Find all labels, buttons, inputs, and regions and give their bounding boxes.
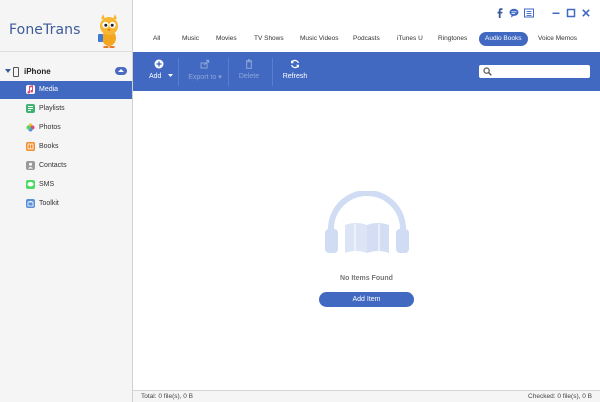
device-row-iphone[interactable]: iPhone (0, 63, 133, 81)
tab-music[interactable]: Music (182, 32, 199, 46)
sidebar-item-media[interactable]: Media (0, 81, 132, 99)
eject-icon[interactable] (115, 67, 127, 75)
toolbar-divider (178, 58, 179, 86)
mascot-logo-icon (98, 14, 118, 48)
phone-icon (13, 67, 19, 77)
expand-arrow-icon[interactable] (5, 69, 11, 73)
export-label: Export to ▾ (188, 74, 222, 81)
sidebar-item-books[interactable]: Books (0, 138, 132, 156)
sidebar: FoneTrans iPhone Media Playlists Photos … (0, 0, 133, 402)
top-bar: All Music Movies TV Shows Music Videos P… (133, 0, 600, 52)
toolbar: Add Export to ▾ Delete Refresh (133, 52, 600, 91)
export-icon (200, 59, 210, 69)
minimize-icon[interactable] (551, 8, 561, 18)
empty-state-text: No Items Found (340, 275, 393, 282)
sidebar-item-label: Toolkit (39, 200, 59, 207)
add-plus-icon (154, 59, 164, 69)
sidebar-item-toolkit[interactable]: Toolkit (0, 195, 132, 213)
book-icon (26, 142, 35, 151)
status-bar: Total: 0 file(s), 0 B Checked: 0 file(s)… (133, 390, 600, 402)
facebook-icon[interactable] (495, 8, 505, 18)
tab-ringtones[interactable]: Ringtones (438, 32, 467, 46)
tab-all[interactable]: All (153, 32, 160, 46)
menu-icon[interactable] (524, 8, 534, 18)
toolkit-icon (26, 199, 35, 208)
device-name: iPhone (24, 67, 51, 76)
sidebar-item-label: Media (39, 86, 59, 93)
sidebar-item-label: SMS (39, 181, 55, 188)
status-total: Total: 0 file(s), 0 B (141, 393, 194, 400)
chevron-down-icon[interactable] (168, 74, 173, 78)
tab-music-videos[interactable]: Music Videos (300, 32, 339, 46)
sidebar-item-label: Contacts (39, 162, 67, 169)
add-button[interactable]: Add (143, 52, 175, 91)
feedback-chat-icon[interactable] (509, 8, 519, 18)
refresh-icon (291, 59, 299, 69)
toolbar-divider (228, 58, 229, 86)
logo-area: FoneTrans (0, 0, 133, 52)
sidebar-item-photos[interactable]: Photos (0, 119, 132, 137)
add-item-button[interactable]: Add Item (319, 292, 414, 307)
tab-tv-shows[interactable]: TV Shows (254, 32, 284, 46)
category-tabs: All Music Movies TV Shows Music Videos P… (133, 32, 600, 46)
music-note-icon (26, 85, 35, 94)
sidebar-item-label: Playlists (39, 105, 65, 112)
contacts-icon (26, 161, 35, 170)
delete-button[interactable]: Delete (232, 52, 266, 91)
refresh-button[interactable]: Refresh (277, 52, 313, 91)
search-icon (483, 67, 492, 76)
sidebar-item-sms[interactable]: SMS (0, 176, 132, 194)
playlist-icon (26, 104, 35, 113)
photos-icon (26, 123, 35, 132)
sidebar-item-label: Photos (39, 124, 61, 131)
delete-label: Delete (238, 73, 260, 80)
export-to-button[interactable]: Export to ▾ (183, 52, 227, 91)
sidebar-item-playlists[interactable]: Playlists (0, 100, 132, 118)
tab-itunes-u[interactable]: iTunes U (397, 32, 423, 46)
tab-voice-memos[interactable]: Voice Memos (538, 32, 577, 46)
trash-icon (246, 59, 252, 69)
tab-movies[interactable]: Movies (216, 32, 237, 46)
app-title: FoneTrans (9, 22, 81, 38)
sms-icon (26, 180, 35, 189)
close-icon[interactable] (581, 8, 591, 18)
tab-podcasts[interactable]: Podcasts (353, 32, 380, 46)
toolbar-divider (272, 58, 273, 86)
maximize-icon[interactable] (566, 8, 576, 18)
headphones-book-icon (325, 191, 409, 253)
sidebar-item-contacts[interactable]: Contacts (0, 157, 132, 175)
status-checked: Checked: 0 file(s), 0 B (528, 393, 592, 400)
search-input[interactable] (479, 65, 590, 78)
sidebar-item-label: Books (39, 143, 59, 150)
content-area: No Items Found Add Item (133, 91, 600, 390)
refresh-label: Refresh (282, 73, 308, 80)
tab-audio-books[interactable]: Audio Books (479, 32, 528, 46)
